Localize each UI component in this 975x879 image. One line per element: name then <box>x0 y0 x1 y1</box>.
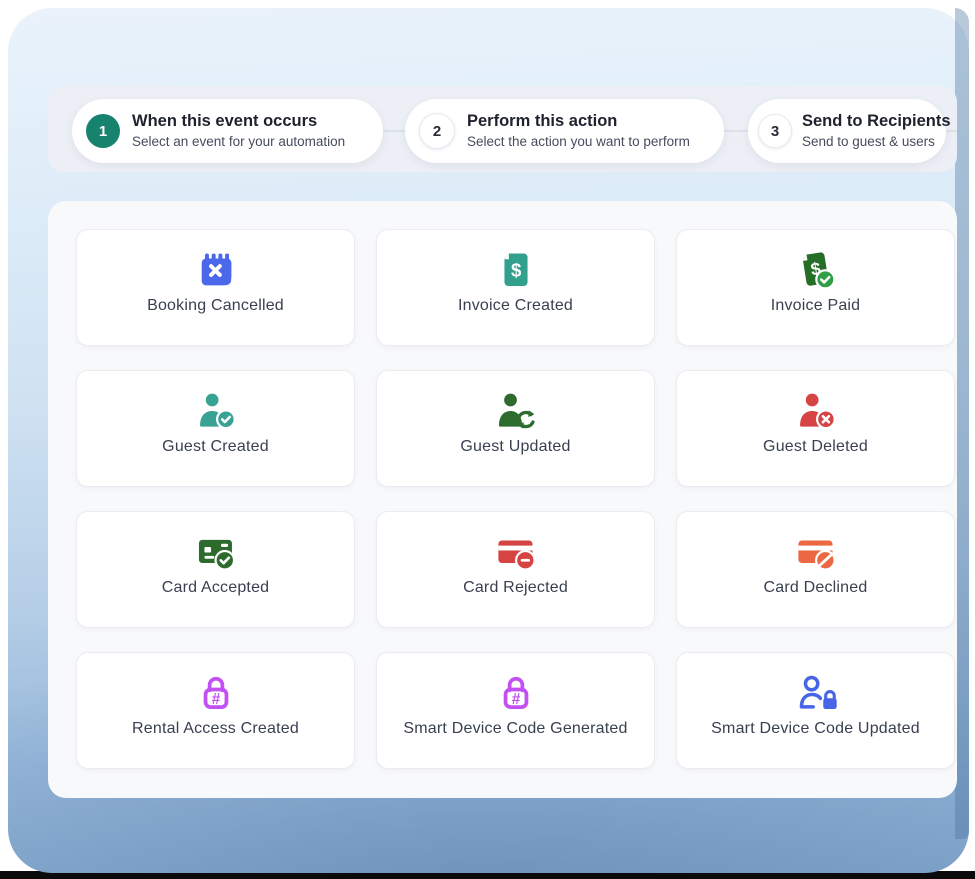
event-card-guest-deleted[interactable]: Guest Deleted <box>676 370 955 487</box>
step-3-title: Send to Recipients <box>802 111 951 132</box>
event-grid-panel: Booking Cancelled $ Invoice Created $ <box>48 201 957 798</box>
invoice-paid-icon: $ <box>794 248 838 292</box>
step-3-pill[interactable]: 3 Send to Recipients Send to guest & use… <box>748 99 946 163</box>
event-card-label: Booking Cancelled <box>147 297 284 315</box>
event-card-invoice-created[interactable]: $ Invoice Created <box>376 229 655 346</box>
event-card-label: Guest Updated <box>460 438 570 456</box>
stepper-bar: 1 When this event occurs Select an event… <box>48 86 957 172</box>
step-3-number-badge: 3 <box>758 114 792 148</box>
event-card-label: Rental Access Created <box>132 720 299 738</box>
step-1-pill[interactable]: 1 When this event occurs Select an event… <box>72 99 383 163</box>
event-card-label: Card Rejected <box>463 579 568 597</box>
step-1-title: When this event occurs <box>132 111 345 132</box>
rental-access-created-icon: # <box>194 671 238 715</box>
guest-updated-icon <box>494 389 538 433</box>
event-card-invoice-paid[interactable]: $ Invoice Paid <box>676 229 955 346</box>
guest-deleted-icon <box>794 389 838 433</box>
event-card-label: Smart Device Code Generated <box>403 720 627 738</box>
smart-device-code-generated-icon: # <box>494 671 538 715</box>
svg-text:$: $ <box>511 260 522 281</box>
stepper-connector <box>724 130 748 132</box>
card-accepted-icon <box>194 530 238 574</box>
step-2-number-badge: 2 <box>419 113 455 149</box>
event-card-smart-device-code-updated[interactable]: Smart Device Code Updated <box>676 652 955 769</box>
event-card-booking-cancelled[interactable]: Booking Cancelled <box>76 229 355 346</box>
background-panel-edge <box>955 8 969 839</box>
event-card-label: Smart Device Code Updated <box>711 720 920 738</box>
step-3-subtitle: Send to guest & users <box>802 134 951 151</box>
page: 1 When this event occurs Select an event… <box>0 0 975 879</box>
event-card-guest-updated[interactable]: Guest Updated <box>376 370 655 487</box>
card-rejected-icon <box>494 530 538 574</box>
stepper-connector <box>383 130 405 132</box>
event-card-label: Invoice Paid <box>771 297 861 315</box>
event-card-label: Card Accepted <box>162 579 270 597</box>
card-declined-icon <box>794 530 838 574</box>
step-1-subtitle: Select an event for your automation <box>132 134 345 151</box>
svg-text:#: # <box>511 691 520 708</box>
step-1-number-badge: 1 <box>86 114 120 148</box>
calendar-cancelled-icon <box>194 248 238 292</box>
event-card-label: Invoice Created <box>458 297 573 315</box>
step-2-title: Perform this action <box>467 111 690 132</box>
invoice-created-icon: $ <box>494 248 538 292</box>
event-card-card-declined[interactable]: Card Declined <box>676 511 955 628</box>
event-card-label: Guest Deleted <box>763 438 868 456</box>
smart-device-code-updated-icon <box>794 671 838 715</box>
event-card-smart-device-code-generated[interactable]: # Smart Device Code Generated <box>376 652 655 769</box>
event-card-rental-access-created[interactable]: # Rental Access Created <box>76 652 355 769</box>
event-card-card-rejected[interactable]: Card Rejected <box>376 511 655 628</box>
svg-text:#: # <box>211 691 220 708</box>
event-card-card-accepted[interactable]: Card Accepted <box>76 511 355 628</box>
event-card-label: Guest Created <box>162 438 269 456</box>
step-2-subtitle: Select the action you want to perform <box>467 134 690 151</box>
step-2-pill[interactable]: 2 Perform this action Select the action … <box>405 99 724 163</box>
event-card-guest-created[interactable]: Guest Created <box>76 370 355 487</box>
guest-created-icon <box>194 389 238 433</box>
event-card-label: Card Declined <box>764 579 868 597</box>
